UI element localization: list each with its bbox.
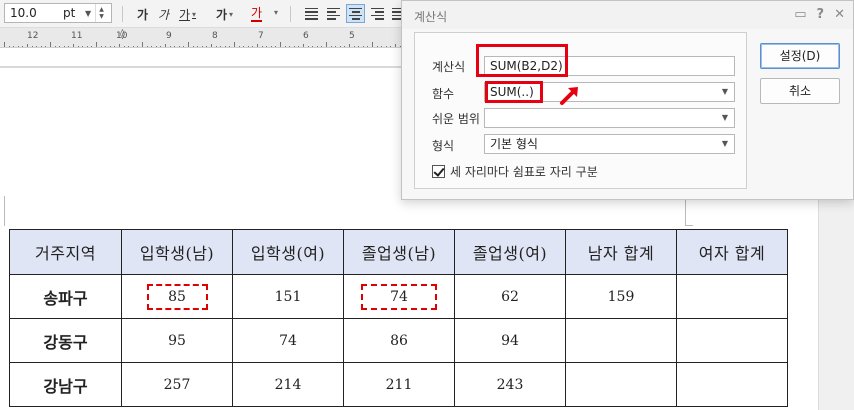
font-size-input[interactable]: 10.0 pt ▼ ▲ ▼ bbox=[4, 3, 112, 23]
header-female-total[interactable]: 여자 합계 bbox=[676, 229, 788, 275]
strike-label: 가 bbox=[216, 7, 228, 22]
ok-button[interactable]: 설정(D) bbox=[760, 43, 840, 69]
bold-label: 가 bbox=[137, 7, 149, 22]
highlighted-value: 74 bbox=[361, 283, 437, 310]
chat-bubble-icon[interactable]: ▭ bbox=[794, 7, 806, 22]
italic-button[interactable]: 가 bbox=[158, 5, 169, 23]
dialog-title: 계산식 bbox=[414, 10, 448, 24]
ruler-number: 12 bbox=[27, 31, 39, 41]
font-color-button[interactable]: 가 bbox=[251, 5, 263, 22]
table-cell[interactable] bbox=[565, 362, 677, 407]
dialog-options-panel: 계산식 SUM(B2,D2) 함수 SUM(..) ▼ 쉬운 범위 ▼ 형식 기… bbox=[414, 32, 747, 189]
justify-align-icon[interactable] bbox=[302, 4, 321, 23]
region-student-table: 거주지역 입학생(남) 입학생(여) 졸업생(남) 졸업생(여) 남자 합계 여… bbox=[9, 229, 788, 407]
function-label: 함수 bbox=[432, 87, 455, 101]
table-cell[interactable]: 62 bbox=[454, 274, 566, 319]
font-size-unit: pt bbox=[63, 6, 76, 20]
ruler-number: 7 bbox=[258, 31, 264, 41]
table-cell[interactable] bbox=[676, 362, 788, 407]
chevron-down-icon[interactable]: ▼ bbox=[722, 135, 728, 153]
table-row: 강동구 95 74 86 94 bbox=[9, 318, 788, 363]
table-cell-region[interactable]: 송파구 bbox=[9, 274, 122, 319]
dialog-title-icons: ▭ ? ✕ bbox=[794, 7, 845, 22]
format-label: 형식 bbox=[432, 139, 455, 153]
thousands-separator-label: 세 자리마다 쉼표로 자리 구분 bbox=[450, 165, 598, 179]
ruler-number: 11 bbox=[71, 31, 83, 41]
easy-range-select[interactable]: ▼ bbox=[484, 108, 735, 128]
page-corner-mark bbox=[685, 225, 693, 226]
table-header-row: 거주지역 입학생(남) 입학생(여) 졸업생(남) 졸업생(여) 남자 합계 여… bbox=[9, 229, 788, 275]
chevron-down-icon[interactable]: ▾ bbox=[229, 10, 233, 19]
center-align-icon[interactable] bbox=[346, 4, 365, 23]
table-cell-highlighted[interactable]: 85 bbox=[121, 274, 233, 319]
header-freshman-female[interactable]: 입학생(여) bbox=[232, 229, 344, 275]
thousands-separator-option[interactable]: 세 자리마다 쉼표로 자리 구분 bbox=[432, 163, 598, 180]
indent-marker-icon[interactable]: ◊ bbox=[120, 29, 125, 40]
table-cell[interactable]: 86 bbox=[343, 318, 455, 363]
right-align-icon[interactable] bbox=[368, 4, 387, 23]
function-highlight-box bbox=[485, 81, 543, 103]
header-graduate-female[interactable]: 졸업생(여) bbox=[454, 229, 566, 275]
ruler-number: 6 bbox=[303, 31, 309, 41]
chevron-down-icon[interactable]: ▾ bbox=[192, 10, 196, 19]
table-cell-region[interactable]: 강동구 bbox=[9, 318, 122, 363]
checkbox-checked-icon[interactable] bbox=[432, 165, 445, 178]
easy-range-label: 쉬운 범위 bbox=[432, 112, 480, 126]
table-cell[interactable]: 74 bbox=[232, 318, 344, 363]
chevron-down-icon[interactable]: ▼ bbox=[85, 9, 95, 18]
underline-label: 가 bbox=[179, 7, 191, 22]
table-cell[interactable]: 95 bbox=[121, 318, 233, 363]
ruler-number: 8 bbox=[212, 31, 218, 41]
format-value: 기본 형식 bbox=[490, 137, 538, 151]
header-graduate-male[interactable]: 졸업생(남) bbox=[343, 229, 455, 275]
table-cell[interactable]: 94 bbox=[454, 318, 566, 363]
underline-button[interactable]: 가 ▾ bbox=[179, 5, 196, 23]
bold-button[interactable]: 가 bbox=[137, 5, 148, 23]
strike-button[interactable]: 가 ▾ bbox=[216, 5, 233, 23]
italic-label: 가 bbox=[158, 7, 170, 22]
table-cell[interactable] bbox=[676, 318, 788, 363]
table-cell[interactable]: 214 bbox=[232, 362, 344, 407]
ruler-number: 9 bbox=[166, 31, 172, 41]
red-arrow-icon bbox=[560, 87, 578, 105]
highlighted-value: 85 bbox=[146, 283, 208, 310]
formula-label: 계산식 bbox=[432, 60, 466, 74]
chevron-down-icon[interactable]: ▼ bbox=[722, 83, 728, 101]
cancel-button[interactable]: 취소 bbox=[760, 78, 840, 104]
table-cell[interactable]: 243 bbox=[454, 362, 566, 407]
table-row: 강남구 257 214 211 243 bbox=[9, 362, 788, 407]
header-freshman-male[interactable]: 입학생(남) bbox=[121, 229, 233, 275]
table-cell-region[interactable]: 강남구 bbox=[9, 362, 122, 407]
font-size-value: 10.0 bbox=[10, 6, 37, 20]
header-region[interactable]: 거주지역 bbox=[9, 229, 122, 275]
font-color-label: 가 bbox=[251, 6, 263, 20]
formula-dialog: 계산식 ▭ ? ✕ 계산식 SUM(B2,D2) 함수 SUM(..) ▼ 쉬운… bbox=[401, 0, 854, 200]
toolbar-divider bbox=[122, 6, 123, 22]
formula-highlight-box bbox=[476, 44, 568, 77]
help-icon[interactable]: ? bbox=[817, 7, 825, 22]
header-male-total[interactable]: 남자 합계 bbox=[565, 229, 677, 275]
table-cell[interactable]: 151 bbox=[232, 274, 344, 319]
close-icon[interactable]: ✕ bbox=[834, 7, 845, 22]
table-cell[interactable] bbox=[565, 318, 677, 363]
chevron-down-icon[interactable]: ▼ bbox=[722, 109, 728, 127]
chevron-down-icon[interactable]: ▾ bbox=[274, 8, 278, 17]
table-cell[interactable]: 159 bbox=[565, 274, 677, 319]
table-cell-highlighted[interactable]: 74 bbox=[343, 274, 455, 319]
page-corner-mark bbox=[4, 196, 5, 226]
page-corner-mark bbox=[685, 196, 686, 226]
table-cell[interactable]: 257 bbox=[121, 362, 233, 407]
dialog-titlebar[interactable]: 계산식 ▭ ? ✕ bbox=[402, 1, 853, 29]
table-cell[interactable]: 211 bbox=[343, 362, 455, 407]
table-cell[interactable] bbox=[676, 274, 788, 319]
font-size-spinner[interactable]: ▲ ▼ bbox=[95, 4, 107, 22]
table-row: 송파구 85 151 74 62 159 bbox=[9, 274, 788, 319]
toolbar-divider bbox=[290, 6, 291, 22]
ruler-number: 5 bbox=[349, 31, 355, 41]
format-select[interactable]: 기본 형식 ▼ bbox=[484, 134, 735, 154]
left-align-icon[interactable] bbox=[324, 4, 343, 23]
